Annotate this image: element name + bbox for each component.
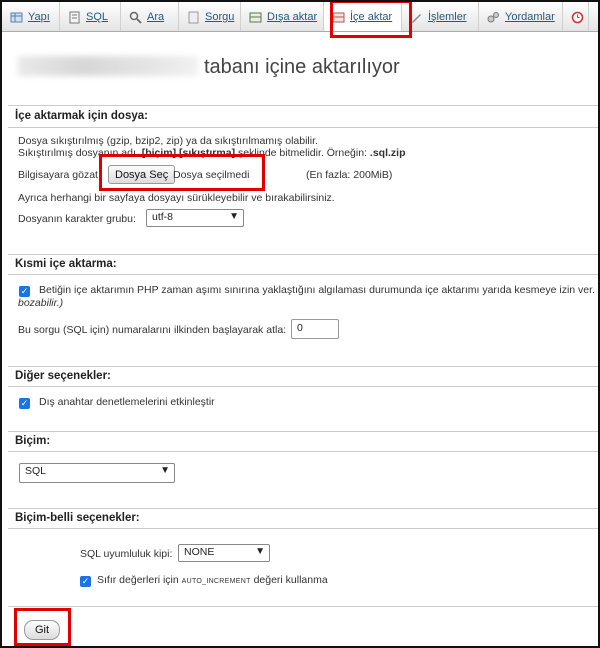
- query-icon: [187, 11, 200, 24]
- section-heading-format: Biçim:: [15, 435, 51, 447]
- section-divider: [8, 451, 600, 452]
- tab-label: İçe aktar: [350, 11, 393, 23]
- tab-label: Yapı: [28, 11, 50, 23]
- tab-query[interactable]: Sorgu: [179, 2, 241, 31]
- operations-icon: [410, 11, 423, 24]
- chevron-down-icon: ▼: [160, 465, 170, 476]
- interrupt-checkbox[interactable]: ✓: [19, 286, 30, 297]
- tab-import[interactable]: İçe aktar: [324, 2, 402, 31]
- section-heading-format-specific: Biçim-belli seçenekler:: [15, 512, 140, 524]
- tab-routines[interactable]: Yordamlar: [479, 2, 563, 31]
- section-divider: [8, 508, 600, 509]
- section-divider: [8, 528, 600, 529]
- export-icon: [249, 11, 262, 24]
- routines-icon: [487, 11, 500, 24]
- tab-label: SQL: [86, 11, 109, 23]
- no-file-text: Dosya seçilmedi: [173, 169, 250, 181]
- structure-icon: [10, 11, 23, 24]
- section-heading-other: Diğer seçenekler:: [15, 370, 111, 382]
- section-divider: [8, 254, 600, 255]
- auto-increment-label: Sıfır değerleri için AUTO_INCREMENT değe…: [97, 574, 328, 586]
- compat-label: SQL uyumluluk kipi:: [80, 548, 173, 560]
- section-heading-partial: Kısmi içe aktarma:: [15, 258, 117, 270]
- charset-label: Dosyanın karakter grubu:: [18, 213, 136, 225]
- max-size-text: (En fazla: 200MiB): [306, 169, 393, 181]
- section-divider: [8, 366, 600, 367]
- section-divider: [8, 606, 600, 607]
- sql-icon: [68, 11, 81, 24]
- section-heading-file: İçe aktarmak için dosya:: [15, 110, 148, 122]
- search-icon: [129, 11, 142, 24]
- browse-label: Bilgisayara gözat:: [18, 169, 101, 181]
- tab-bar: Yapı SQL Ara Sorgu Dışa aktar İçe aktar: [2, 2, 598, 32]
- tab-operations[interactable]: İşlemler: [402, 2, 479, 31]
- drag-drop-hint: Ayrıca herhangi bir sayfaya dosyayı sürü…: [18, 192, 335, 204]
- database-name-redacted: [18, 56, 198, 76]
- go-button[interactable]: Git: [24, 620, 60, 640]
- chevron-down-icon: ▼: [229, 211, 239, 222]
- section-divider: [8, 274, 600, 275]
- choose-file-button[interactable]: Dosya Seç: [108, 165, 176, 184]
- compat-select[interactable]: NONE ▼: [178, 544, 270, 562]
- section-divider: [8, 127, 600, 128]
- tab-label: İşlemler: [428, 11, 467, 23]
- tab-label: Sorgu: [205, 11, 235, 23]
- format-select[interactable]: SQL ▼: [19, 463, 175, 483]
- auto-increment-checkbox[interactable]: ✓: [80, 576, 91, 587]
- tab-label: Dışa aktar: [267, 11, 318, 23]
- foreign-key-checkbox[interactable]: ✓: [19, 398, 30, 409]
- interrupt-label-cont: bozabilir.): [18, 297, 64, 309]
- tab-search[interactable]: Ara: [121, 2, 179, 31]
- import-icon: [332, 11, 345, 24]
- foreign-key-label: Dış anahtar denetlemelerini etkinleştir: [39, 396, 215, 408]
- section-divider: [8, 105, 600, 106]
- tab-label: Yordamlar: [505, 11, 555, 23]
- compression-note: Dosya sıkıştırılmış (gzip, bzip2, zip) y…: [18, 135, 318, 147]
- tab-label: Ara: [147, 11, 165, 23]
- section-divider: [8, 386, 600, 387]
- tab-sql[interactable]: SQL: [60, 2, 121, 31]
- charset-select[interactable]: utf-8 ▼: [146, 209, 244, 227]
- tab-structure[interactable]: Yapı: [2, 2, 60, 31]
- interrupt-label: Betiğin içe aktarımın PHP zaman aşımı sı…: [39, 284, 600, 296]
- tab-events[interactable]: [563, 2, 589, 31]
- naming-note: Sıkıştırılmış dosyanın adı .[biçim].[sık…: [18, 147, 406, 159]
- skip-queries-input[interactable]: 0: [291, 319, 339, 339]
- section-divider: [8, 431, 600, 432]
- tab-export[interactable]: Dışa aktar: [241, 2, 324, 31]
- chevron-down-icon: ▼: [255, 546, 265, 557]
- page-title: tabanı içine aktarılıyor: [18, 56, 400, 79]
- skip-queries-label: Bu sorgu (SQL için) numaralarını ilkinde…: [18, 324, 287, 336]
- clock-icon: [571, 11, 584, 24]
